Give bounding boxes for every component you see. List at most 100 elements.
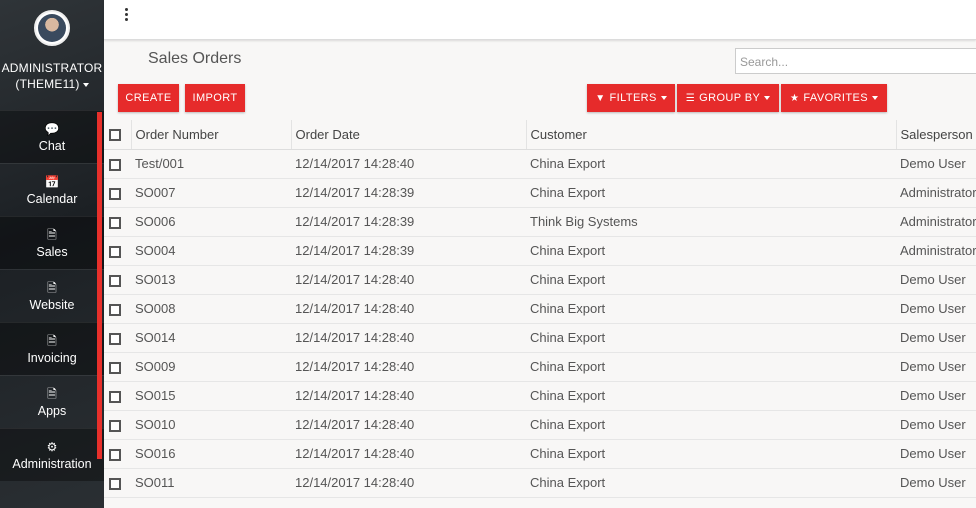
row-checkbox[interactable]: [109, 303, 121, 316]
order-date-cell: 12/14/2017 14:28:40: [291, 149, 526, 179]
create-button[interactable]: CREATE: [118, 84, 179, 112]
caret-down-icon: [660, 96, 667, 100]
page-title: Sales Orders: [148, 50, 242, 67]
row-checkbox[interactable]: [109, 390, 121, 403]
row-checkbox[interactable]: [109, 158, 121, 171]
avatar[interactable]: [34, 10, 70, 46]
table-row[interactable]: Test/001 12/14/2017 14:28:40 China Export D…: [104, 149, 976, 179]
salesperson-cell: Demo User: [896, 439, 976, 469]
sidebar-item-label: Calendar: [26, 191, 78, 206]
column-header-customer[interactable]: Customer: [525, 120, 896, 150]
column-header-order-date[interactable]: Order Date: [290, 120, 526, 150]
row-checkbox[interactable]: [109, 216, 121, 229]
order-date-cell: 12/14/2017 14:28:40: [291, 352, 526, 382]
table-row[interactable]: SO007 12/14/2017 14:28:39 China Export Admi…: [104, 178, 976, 208]
sidebar-item-apps[interactable]: 🗎 Apps: [0, 375, 104, 428]
create-button-label: CREATE: [125, 92, 172, 104]
sidebar-item-label: Website: [29, 297, 75, 312]
row-checkbox[interactable]: [109, 419, 121, 432]
order-date-cell: 12/14/2017 14:28:39: [291, 207, 526, 237]
salesperson-cell: Demo User: [896, 381, 976, 411]
filter-icon: ▼: [595, 92, 606, 104]
order-date-cell: 12/14/2017 14:28:40: [291, 381, 526, 411]
column-header-salesperson[interactable]: Salesperson: [895, 120, 976, 150]
favorites-button-label: FAVORITES: [803, 92, 868, 104]
calendar-icon: 📅: [44, 174, 60, 189]
order-date-cell: 12/14/2017 14:28:40: [291, 439, 526, 469]
row-select-cell: [104, 207, 131, 237]
salesperson-cell: Demo User: [896, 149, 976, 179]
sidebar-item-label: Chat: [38, 138, 66, 153]
table-row[interactable]: SO013 12/14/2017 14:28:40 China Export Demo…: [104, 265, 976, 295]
app-menu: 💬 Chat 📅 Calendar 🗎 Sales 🗎 Website 🗎 Invoicing 🗎 A…: [0, 110, 104, 481]
sidebar-item-website[interactable]: 🗎 Website: [0, 269, 104, 322]
user-profile[interactable]: ADMINISTRATOR (THEME11): [0, 0, 104, 110]
table-row[interactable]: SO016 12/14/2017 14:28:40 China Export Demo…: [104, 439, 976, 469]
order-number-cell: SO008: [131, 294, 291, 324]
table-row[interactable]: SO009 12/14/2017 14:28:40 China Export Demo…: [104, 352, 976, 382]
favorites-button[interactable]: ★ FAVORITES: [781, 84, 887, 112]
sidebar-item-chat[interactable]: 💬 Chat: [0, 110, 104, 163]
order-number-cell: SO004: [131, 236, 291, 266]
star-icon: ★: [790, 92, 800, 104]
customer-cell: China Export: [526, 265, 896, 295]
import-button-label: IMPORT: [192, 92, 238, 104]
document-icon: 🗎: [47, 386, 57, 401]
filters-button[interactable]: ▼ FILTERS: [587, 84, 675, 112]
row-checkbox[interactable]: [109, 477, 121, 490]
order-number-cell: SO014: [131, 323, 291, 353]
bars-icon: ☰: [685, 92, 696, 104]
table-row[interactable]: SO008 12/14/2017 14:28:40 China Export Demo…: [104, 294, 976, 324]
salesperson-cell: Demo User: [896, 352, 976, 382]
row-checkbox[interactable]: [109, 361, 121, 374]
table-row[interactable]: SO010 12/14/2017 14:28:40 China Export Demo…: [104, 410, 976, 440]
group-by-button[interactable]: ☰ GROUP BY: [677, 84, 779, 112]
filters-button-label: FILTERS: [609, 92, 657, 104]
sidebar-item-administration[interactable]: ⚙ Administration: [0, 428, 104, 481]
order-number-cell: SO006: [131, 207, 291, 237]
import-button[interactable]: IMPORT: [185, 84, 245, 112]
top-bar: [104, 0, 976, 40]
sidebar-item-invoicing[interactable]: 🗎 Invoicing: [0, 322, 104, 375]
row-select-cell: [104, 468, 131, 498]
order-number-cell: SO013: [131, 265, 291, 295]
table-row[interactable]: SO011 12/14/2017 14:28:40 China Export Demo…: [104, 468, 976, 498]
order-number-cell: SO009: [131, 352, 291, 382]
order-date-cell: 12/14/2017 14:28:39: [291, 236, 526, 266]
user-menu[interactable]: ADMINISTRATOR (THEME11): [0, 60, 104, 92]
row-select-cell: [104, 149, 131, 179]
select-all-checkbox[interactable]: [109, 129, 121, 142]
row-select-cell: [104, 265, 131, 295]
table-row[interactable]: SO014 12/14/2017 14:28:40 China Export Demo…: [104, 323, 976, 353]
salesperson-cell: Administrator: [896, 236, 976, 266]
sidebar-item-calendar[interactable]: 📅 Calendar: [0, 163, 104, 216]
row-checkbox[interactable]: [109, 274, 121, 287]
table-row[interactable]: SO015 12/14/2017 14:28:40 China Export Demo…: [104, 381, 976, 411]
order-number-cell: SO015: [131, 381, 291, 411]
row-checkbox[interactable]: [109, 332, 121, 345]
row-select-cell: [104, 323, 131, 353]
table-row[interactable]: SO006 12/14/2017 14:28:39 Think Big System…: [104, 207, 976, 237]
column-header-order-number[interactable]: Order Number: [130, 120, 291, 150]
order-date-cell: 12/14/2017 14:28:40: [291, 323, 526, 353]
sidebar-item-label: Invoicing: [27, 350, 77, 365]
order-date-cell: 12/14/2017 14:28:40: [291, 410, 526, 440]
order-date-cell: 12/14/2017 14:28:39: [291, 178, 526, 208]
row-checkbox[interactable]: [109, 245, 121, 258]
table-body: Test/001 12/14/2017 14:28:40 China Export D…: [104, 149, 976, 498]
row-checkbox[interactable]: [109, 448, 121, 461]
salesperson-cell: Demo User: [896, 265, 976, 295]
order-number-cell: SO016: [131, 439, 291, 469]
search-input[interactable]: Search...: [735, 48, 976, 74]
more-options-icon[interactable]: [122, 8, 130, 22]
gear-icon: ⚙: [46, 439, 58, 454]
sidebar-item-sales[interactable]: 🗎 Sales: [0, 216, 104, 269]
table-row[interactable]: SO004 12/14/2017 14:28:39 China Export Admi…: [104, 236, 976, 266]
document-icon: 🗎: [47, 333, 57, 348]
salesperson-cell: Demo User: [896, 294, 976, 324]
group-by-button-label: GROUP BY: [699, 92, 761, 104]
caret-down-icon: [82, 82, 89, 87]
row-checkbox[interactable]: [109, 187, 121, 200]
sidebar-item-label: Apps: [37, 403, 67, 418]
sidebar: ADMINISTRATOR (THEME11) 💬 Chat 📅 Calendar 🗎 S…: [0, 0, 104, 508]
